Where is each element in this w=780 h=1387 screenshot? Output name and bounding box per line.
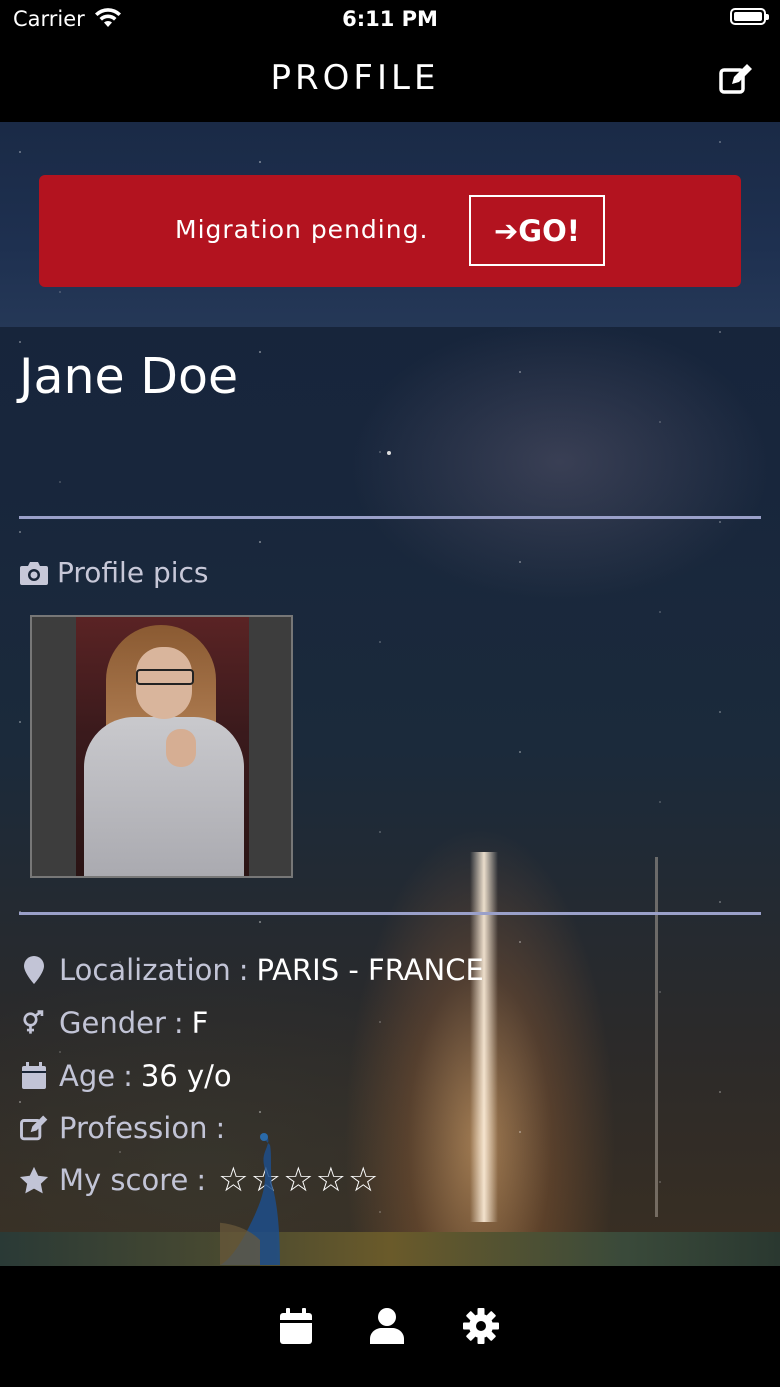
info-label: Localization <box>59 953 231 987</box>
gender-icon <box>19 1008 49 1038</box>
info-row-score: My score : ☆ ☆ ☆ ☆ ☆ <box>19 1163 379 1197</box>
migration-banner: Migration pending. ➔GO! <box>39 175 741 287</box>
tab-calendar[interactable] <box>276 1306 316 1346</box>
info-separator: : <box>173 1006 184 1040</box>
profile-photo[interactable] <box>30 615 293 878</box>
star-icon <box>19 1165 49 1195</box>
gear-icon <box>463 1308 499 1344</box>
info-label: Profession <box>59 1111 208 1145</box>
page-title-text: PROFILE <box>270 58 440 98</box>
divider <box>19 516 761 519</box>
tab-settings[interactable] <box>461 1306 501 1346</box>
calendar-icon <box>19 1062 49 1090</box>
info-value: PARIS - FRANCE <box>256 953 484 987</box>
calendar-icon <box>280 1308 312 1344</box>
photo-hand <box>166 729 196 767</box>
photo-body <box>84 717 244 876</box>
tab-bar <box>0 1266 780 1387</box>
map-marker-icon <box>19 955 49 985</box>
battery-icon <box>730 8 769 25</box>
camera-icon <box>20 561 48 585</box>
info-value: 36 y/o <box>140 1059 232 1093</box>
info-label: Age <box>59 1059 116 1093</box>
info-row-profession: Profession : <box>19 1111 233 1145</box>
migration-message: Migration pending. <box>175 215 429 244</box>
photo-glasses <box>136 669 194 685</box>
user-icon <box>370 1308 404 1344</box>
status-dot <box>387 451 391 455</box>
empty-star-icon[interactable]: ☆ <box>348 1163 378 1197</box>
navigation-bar: PROFILE <box>0 40 780 122</box>
info-row-localization: Localization : PARIS - FRANCE <box>19 953 484 987</box>
edit-icon <box>19 1112 49 1144</box>
tab-profile[interactable] <box>367 1306 407 1346</box>
profile-photo-image <box>76 617 249 876</box>
info-separator: : <box>238 953 249 987</box>
profile-pics-header: Profile pics <box>19 556 209 589</box>
divider <box>19 912 761 915</box>
peacock-image <box>220 1133 280 1265</box>
info-row-age: Age : 36 y/o <box>19 1059 232 1093</box>
info-label: Gender <box>59 1006 166 1040</box>
light-glow <box>470 852 498 1222</box>
edit-icon[interactable] <box>718 62 754 96</box>
door-frame <box>655 857 658 1217</box>
status-time: 6:11 PM <box>342 7 438 31</box>
info-value: F <box>191 1006 209 1040</box>
profile-pics-title: Profile pics <box>57 556 209 589</box>
info-separator: : <box>196 1163 207 1197</box>
info-row-gender: Gender : F <box>19 1006 208 1040</box>
page-title: PROFILE <box>0 58 710 98</box>
go-button[interactable]: ➔GO! <box>469 195 605 266</box>
empty-star-icon[interactable]: ☆ <box>316 1163 346 1197</box>
status-bar: Carrier 6:11 PM <box>0 0 780 40</box>
info-separator: : <box>123 1059 133 1093</box>
profile-name: Jane Doe <box>19 348 239 405</box>
info-label: My score <box>59 1163 189 1197</box>
scene-ground <box>0 1232 780 1266</box>
